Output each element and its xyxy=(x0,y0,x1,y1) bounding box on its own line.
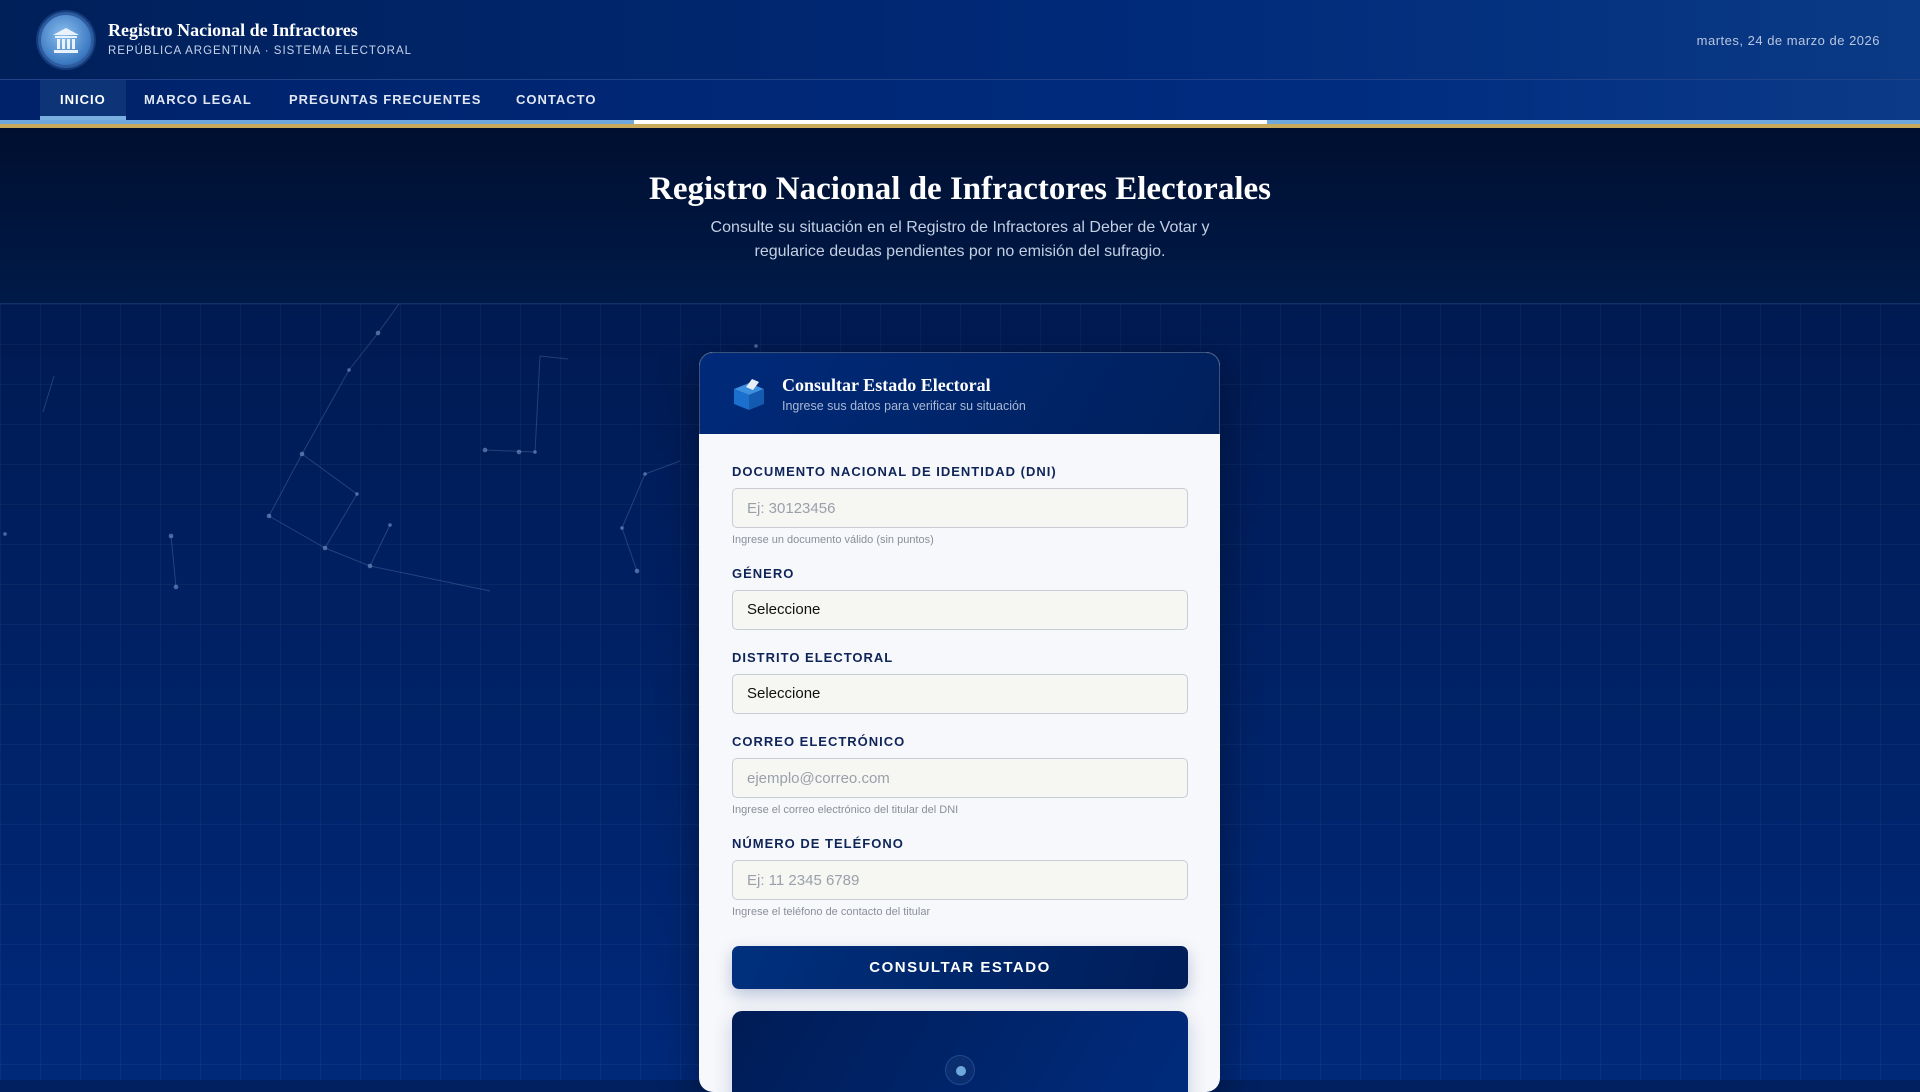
hero: Registro Nacional de Infractores Elector… xyxy=(0,128,1920,304)
dni-input[interactable] xyxy=(732,488,1188,528)
distrito-label: DISTRITO ELECTORAL xyxy=(732,650,894,665)
flag-stripe-white xyxy=(634,120,1267,124)
building-columns-icon[interactable] xyxy=(38,12,94,68)
genero-label: GÉNERO xyxy=(732,566,795,581)
ballot-box-icon xyxy=(734,379,764,410)
dni-hint: Ingrese un documento válido (sin puntos) xyxy=(732,534,934,546)
nav-contacto[interactable]: CONTACTO xyxy=(496,80,616,120)
dni-label: DOCUMENTO NACIONAL DE IDENTIDAD (DNI) xyxy=(732,464,1057,479)
card-header: Consultar Estado Electoral Ingrese sus d… xyxy=(699,352,1220,434)
consultar-button[interactable]: CONSULTAR ESTADO xyxy=(732,946,1188,989)
correo-input[interactable] xyxy=(732,758,1188,798)
genero-select[interactable]: Seleccione xyxy=(732,590,1188,630)
telefono-input[interactable] xyxy=(732,860,1188,900)
card-title: Consultar Estado Electoral xyxy=(782,375,991,395)
hero-title: Registro Nacional de Infractores Elector… xyxy=(649,171,1271,207)
card-subtitle: Ingrese sus datos para verificar su situ… xyxy=(782,399,1026,413)
site-title: Registro Nacional de Infractores xyxy=(108,20,358,40)
consulta-card: Consultar Estado Electoral Ingrese sus d… xyxy=(699,352,1220,1092)
telefono-label: NÚMERO DE TELÉFONO xyxy=(732,836,904,851)
correo-hint: Ingrese el correo electrónico del titula… xyxy=(732,804,959,816)
loading-indicator-icon xyxy=(945,1055,975,1085)
current-date: martes, 24 de marzo de 2026 xyxy=(1696,33,1880,48)
nav-marco-legal[interactable]: MARCO LEGAL xyxy=(124,80,272,120)
telefono-hint: Ingrese el teléfono de contacto del titu… xyxy=(732,906,931,918)
main-nav: INICIO MARCO LEGAL PREGUNTAS FRECUENTES … xyxy=(0,80,1920,120)
hero-description: Consulte su situación en el Registro de … xyxy=(710,219,1210,260)
distrito-select[interactable]: Seleccione xyxy=(732,674,1188,714)
site-header: Registro Nacional de Infractores REPÚBLI… xyxy=(0,0,1920,80)
nav-inicio[interactable]: INICIO xyxy=(40,80,126,120)
correo-label: CORREO ELECTRÓNICO xyxy=(732,734,906,749)
nav-preguntas-frecuentes[interactable]: PREGUNTAS FRECUENTES xyxy=(269,80,501,120)
site-subtitle: REPÚBLICA ARGENTINA · SISTEMA ELECTORAL xyxy=(108,45,413,57)
